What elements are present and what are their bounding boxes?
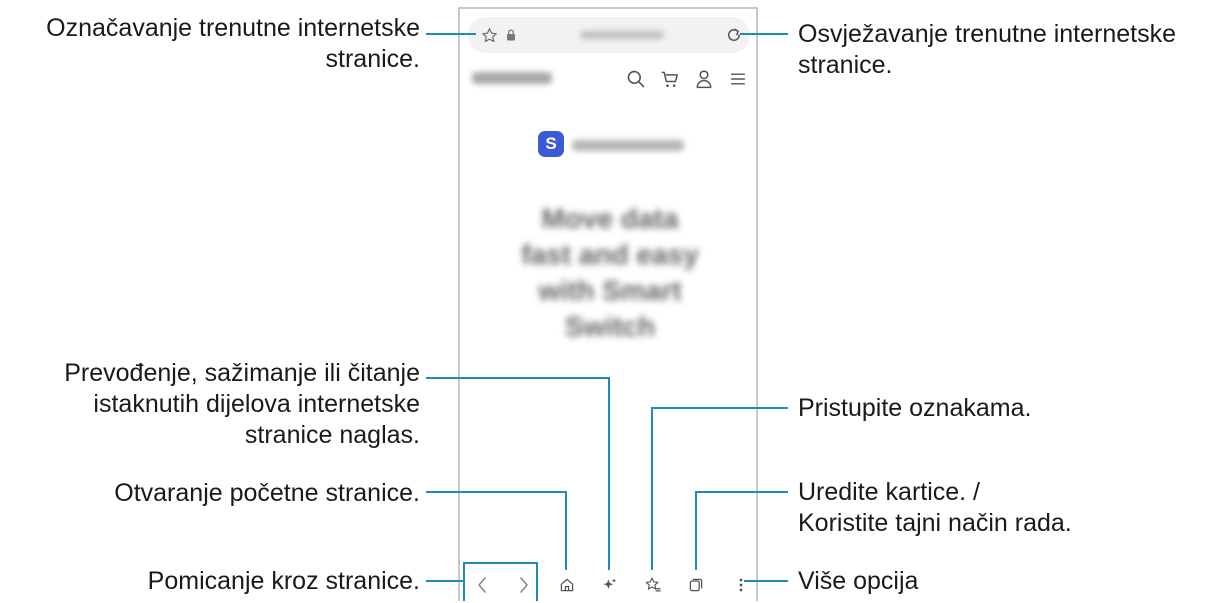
url-text-blurred <box>580 31 664 39</box>
callout-line-bookmarks-h <box>651 407 788 409</box>
label-access-bookmarks: Pristupite oznakama. <box>798 394 1032 422</box>
star-icon[interactable] <box>481 27 498 44</box>
app-name-blurred <box>572 140 684 151</box>
callout-line-refresh <box>740 33 788 35</box>
address-bar[interactable] <box>468 17 750 53</box>
tabs-icon[interactable] <box>688 577 704 593</box>
callout-line-home-v <box>565 491 567 570</box>
label-more-options: Više opcija <box>798 567 919 595</box>
label-translate-summarize: Prevođenje, sažimanje ili čitanje istakn… <box>64 359 420 449</box>
hero-line-2: fast and easy <box>521 239 699 270</box>
menu-icon[interactable] <box>730 71 746 87</box>
user-icon[interactable] <box>695 69 713 89</box>
callout-line-translate-h <box>426 377 610 379</box>
label-bookmark-current: Označavanje trenutne internetske stranic… <box>46 14 420 73</box>
callout-line-tabs-v <box>695 491 697 570</box>
callout-line-translate-v <box>608 377 610 570</box>
callout-line-bookmarks-v <box>651 407 653 570</box>
label-open-home: Otvaranje početne stranice. <box>114 479 420 507</box>
hero-line-3: with Smart Switch <box>538 275 682 342</box>
callout-line-tabs-h <box>695 491 788 493</box>
callout-line-bookmark <box>426 33 476 35</box>
cart-icon[interactable] <box>660 69 680 89</box>
navigate-highlight-box <box>463 562 538 601</box>
label-navigate-pages: Pomicanje kroz stranice. <box>147 567 420 595</box>
label-edit-tabs: Uredite kartice. / Koristite tajni način… <box>798 478 1072 537</box>
callout-line-more <box>744 580 788 582</box>
app-badge: S <box>538 131 564 157</box>
site-logo-blurred[interactable] <box>472 72 552 84</box>
bookmarks-icon[interactable] <box>645 576 662 593</box>
home-icon[interactable] <box>559 577 575 593</box>
callout-line-navigate <box>426 580 464 582</box>
search-icon[interactable] <box>626 69 646 89</box>
refresh-icon[interactable] <box>725 26 743 44</box>
lock-icon <box>506 29 516 41</box>
label-refresh-current: Osvježavanje trenutne internetske strani… <box>798 20 1176 79</box>
callout-line-home-h <box>426 491 567 493</box>
hero-line-1: Move data <box>541 203 679 234</box>
sparkle-icon[interactable] <box>602 577 618 593</box>
